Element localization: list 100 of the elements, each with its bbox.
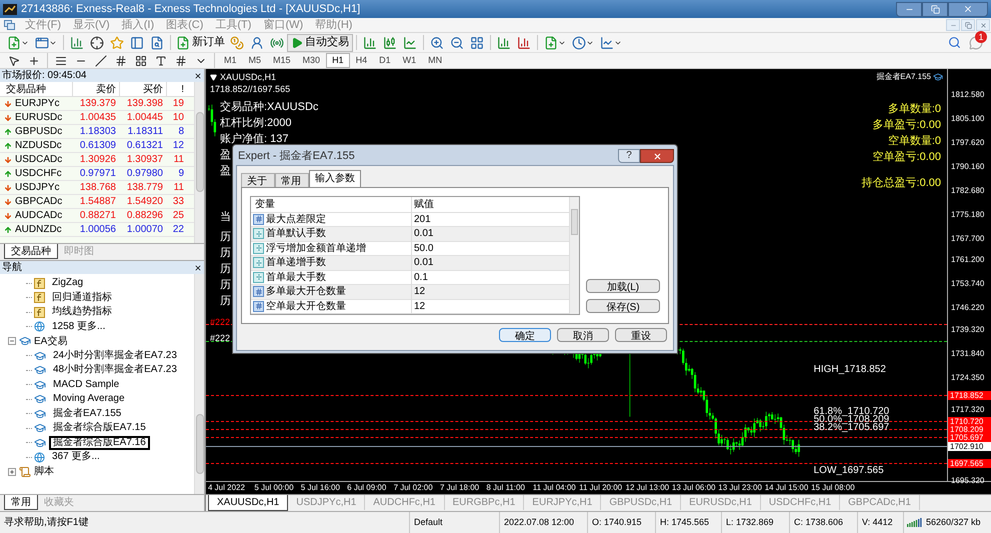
param-name: 首单递增手数 — [266, 256, 326, 270]
dialog-button[interactable]: 保存(S) — [586, 299, 660, 313]
new-order-button[interactable]: 新订单 — [174, 34, 227, 51]
symbol-cell-text: NZDUSDc — [15, 139, 62, 153]
user-icon[interactable] — [250, 36, 264, 50]
chart-info-text: 空单数量:0 — [888, 134, 941, 149]
function-square-icon — [34, 278, 45, 289]
help-button[interactable]: ? — [618, 149, 640, 164]
dialog-tab[interactable]: 输入参数 — [309, 170, 361, 186]
collapse-toggle[interactable] — [8, 337, 16, 346]
bar-chart-icon[interactable] — [363, 36, 377, 50]
cap-icon — [34, 408, 46, 420]
timeframe-button[interactable]: MN — [422, 53, 448, 68]
status-text: 寻求帮助,请按F1键 — [0, 512, 410, 533]
ask-cell-text: 1.00070 — [126, 223, 164, 237]
tree-item[interactable]: 掘金者EA7.155 — [49, 406, 126, 421]
line-chart-icon[interactable] — [403, 36, 417, 50]
restore-button[interactable] — [922, 2, 948, 16]
trendline-icon[interactable] — [95, 54, 107, 66]
zoom-in-icon[interactable] — [430, 36, 444, 50]
close-icon[interactable] — [194, 264, 202, 272]
dialog-button[interactable]: 取消 — [557, 328, 609, 342]
cap-icon — [34, 436, 46, 449]
chart-info-text: 历 — [220, 278, 231, 293]
clock-icon[interactable] — [572, 36, 586, 50]
panel-tab[interactable]: 常用 — [4, 495, 38, 510]
spread-cell-text: 11 — [172, 153, 185, 167]
cap-icon — [933, 72, 943, 82]
candlestick-icon[interactable] — [383, 36, 397, 50]
timeframe-button[interactable]: W1 — [396, 53, 422, 68]
tree-item[interactable]: 1258 更多... — [48, 320, 110, 334]
window-icon[interactable] — [35, 36, 49, 50]
triangle-down-icon[interactable] — [210, 74, 217, 82]
time-tick: 14 Jul 15:00 — [764, 482, 810, 494]
tree-item[interactable]: 48小时分割率掘金者EA7.23 — [49, 363, 181, 378]
grid-icon[interactable] — [470, 36, 484, 50]
time-tick: 12 Jul 13:00 — [624, 482, 670, 494]
cursor-icon[interactable] — [8, 54, 20, 66]
tree-item[interactable]: 回归通道指标 — [48, 290, 116, 305]
param-name: 首单默认手数 — [266, 226, 326, 242]
dialog-title: Expert - 掘金者EA7.155 — [237, 149, 355, 164]
timeframe-button[interactable]: D1 — [373, 53, 397, 68]
chart-info-text: 持仓总盈亏:0.00 — [862, 176, 941, 191]
text-tool-icon[interactable] — [155, 54, 167, 66]
column-header: 买价 — [119, 82, 166, 96]
expand-toggle[interactable] — [8, 468, 16, 476]
tree-item[interactable]: 367 更多... — [48, 450, 104, 464]
timeframe-button[interactable]: H4 — [350, 53, 374, 68]
column-header: ! — [166, 82, 188, 96]
dialog-tab[interactable]: 常用 — [275, 172, 309, 186]
tree-item[interactable]: EA交易 — [34, 334, 68, 349]
bid-cell-text: 0.88271 — [78, 209, 117, 223]
chart-info-text: 空单盈亏:0.00 — [872, 150, 941, 165]
tree-item[interactable]: Moving Average — [49, 392, 129, 406]
chart-icon[interactable] — [70, 36, 84, 50]
zoom-out-icon[interactable] — [450, 36, 464, 50]
dialog-button[interactable]: 加载(L) — [586, 279, 660, 293]
file-search-icon[interactable] — [150, 36, 164, 50]
panel-tab[interactable]: 交易品种 — [4, 244, 58, 259]
dialog-tab[interactable]: 关于 — [241, 172, 275, 186]
status-profile: Default — [410, 512, 500, 533]
timeframe-button[interactable]: M5 — [242, 53, 268, 68]
auto-trading-button[interactable]: 自动交易 — [287, 34, 353, 52]
chart-tab[interactable]: XAUUSDc,H1 — [208, 495, 288, 511]
price-tick: 1753.740 — [951, 278, 984, 288]
panel-icon[interactable] — [130, 36, 144, 50]
tree-item[interactable]: 脚本 — [34, 464, 54, 480]
timeframe-button[interactable]: M30 — [296, 53, 326, 68]
close-button[interactable] — [640, 149, 674, 164]
search-icon[interactable] — [948, 36, 961, 49]
timeframe-button[interactable]: M1 — [218, 53, 243, 68]
close-button[interactable] — [948, 2, 988, 16]
timeframe-button[interactable]: H1 — [326, 53, 350, 68]
minus-icon — [9, 338, 15, 344]
symbol-cell-text: AUDNZDc — [15, 223, 62, 237]
ask-cell-text: 138.779 — [126, 181, 164, 195]
radio-icon[interactable] — [270, 36, 284, 50]
tree-item[interactable]: 24小时分割率掘金者EA7.23 — [49, 348, 181, 363]
menu-window-icon — [4, 20, 15, 30]
signal-bars-icon — [907, 518, 923, 527]
price-tick: 1782.680 — [951, 186, 984, 195]
chart-info-text: 历 — [220, 294, 231, 309]
crosshair-cursor-icon[interactable] — [28, 54, 40, 66]
chat-icon[interactable] — [969, 36, 983, 50]
mdi-restore-button[interactable] — [961, 19, 975, 31]
mdi-close-button[interactable] — [976, 19, 990, 31]
price-tick: 1731.840 — [951, 348, 984, 358]
tree-item[interactable]: 掘金者综合版EA7.15 — [49, 421, 150, 436]
tree-item[interactable]: ZigZag — [48, 276, 88, 290]
dialog-button[interactable]: 确定 — [499, 328, 551, 342]
crosshair-icon[interactable] — [90, 36, 104, 50]
ask-cell-text: 1.00445 — [126, 111, 164, 125]
tree-item[interactable]: 均线趋势指标 — [48, 305, 116, 320]
tree-item[interactable]: MACD Sample — [49, 378, 124, 392]
dialog-button[interactable]: 重设 — [615, 328, 667, 342]
star-icon[interactable] — [110, 36, 124, 50]
globe-icon — [34, 321, 45, 332]
timeframe-button[interactable]: M15 — [267, 53, 297, 68]
close-icon[interactable] — [194, 72, 202, 80]
ask-cell-text: 1.18311 — [126, 125, 164, 139]
